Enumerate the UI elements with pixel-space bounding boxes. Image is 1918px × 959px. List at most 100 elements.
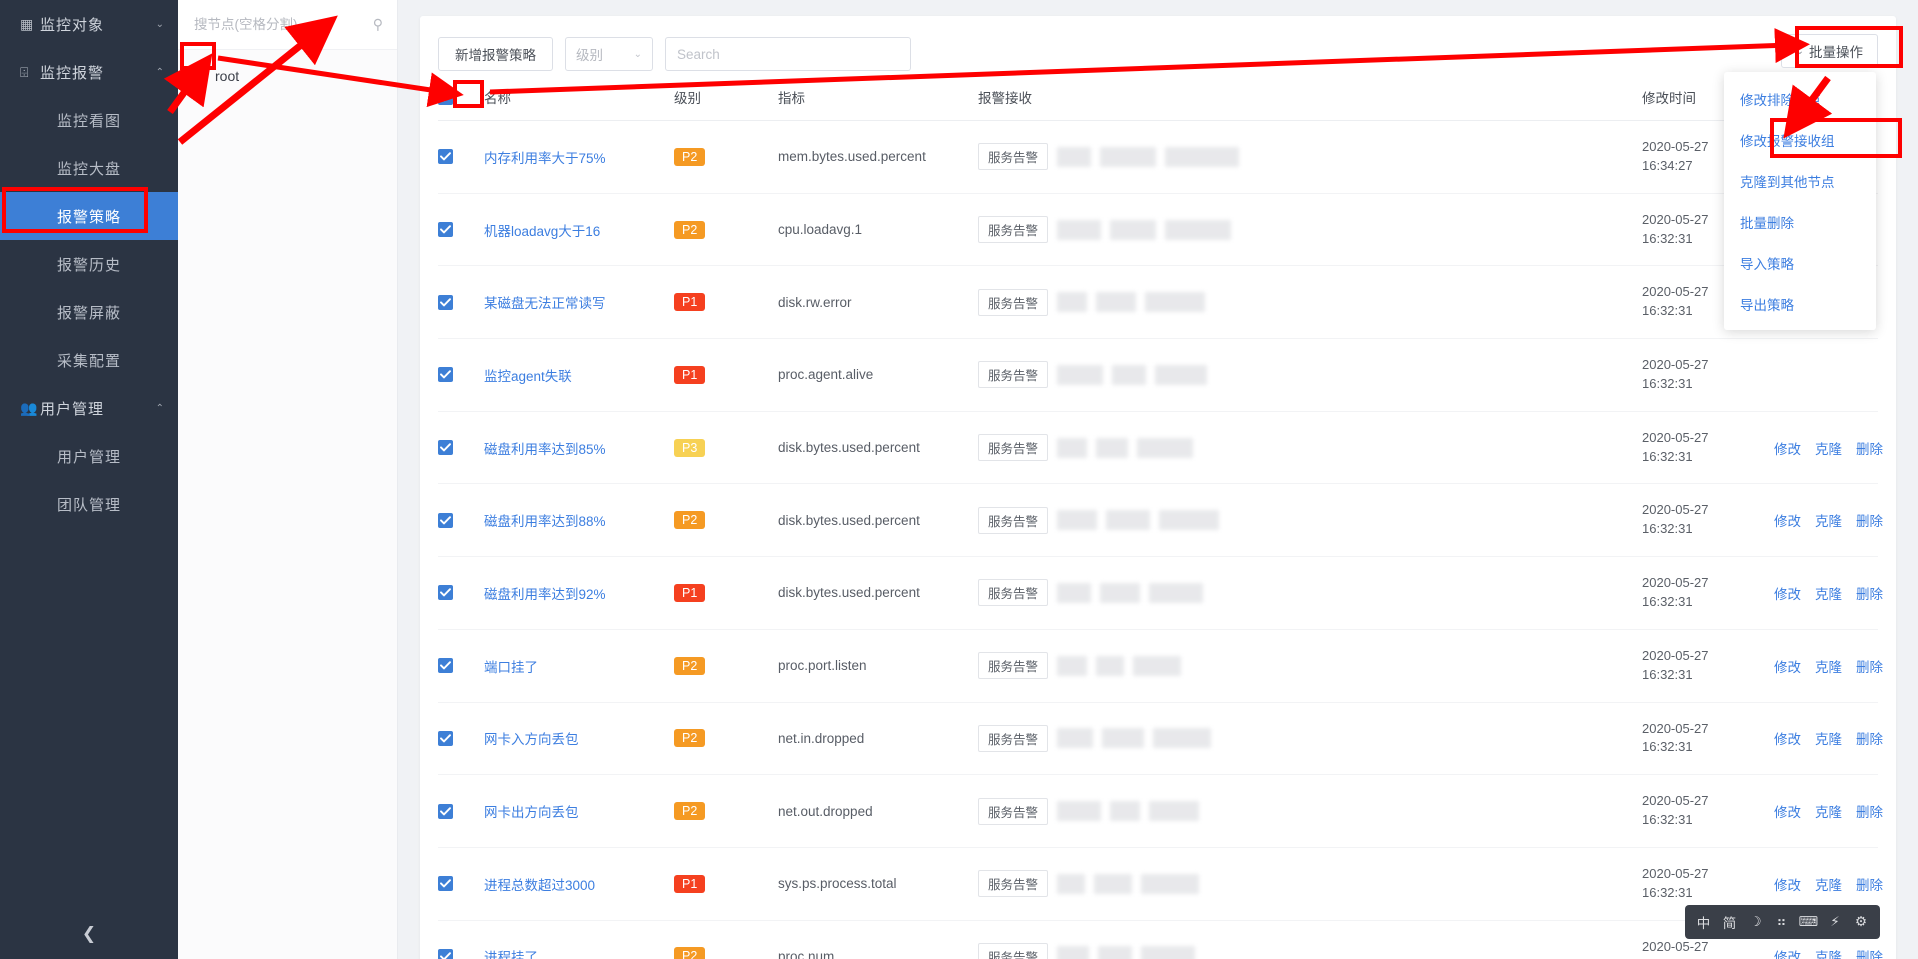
edit-link[interactable]: 修改 [1774, 878, 1801, 893]
sidebar-item-1-0[interactable]: 监控看图 [0, 96, 178, 144]
sidebar-item-1-4[interactable]: 报警屏蔽 [0, 288, 178, 336]
policy-name-link[interactable]: 进程挂了 [484, 950, 538, 959]
row-checkbox[interactable] [438, 658, 453, 674]
clone-link[interactable]: 克隆 [1815, 587, 1842, 602]
delete-link[interactable]: 删除 [1856, 732, 1883, 747]
clone-link[interactable]: 克隆 [1815, 514, 1842, 529]
chevron-toggle-icon[interactable]: ⌃ [156, 403, 164, 414]
receiver-tag: 服务告警 [978, 216, 1049, 244]
dropdown-item-4[interactable]: 导入策略 [1724, 242, 1876, 283]
tree-search-input[interactable] [194, 17, 373, 32]
chinese-mode-icon[interactable]: 中 [1691, 905, 1717, 939]
clone-link[interactable]: 克隆 [1815, 878, 1842, 893]
sidebar-item-2-1[interactable]: 团队管理 [0, 480, 178, 528]
toolbox-icon[interactable]: ⚡ [1822, 905, 1848, 939]
edit-link[interactable]: 修改 [1774, 660, 1801, 675]
row-modified-cell: 2020-05-27 16:32:31 [1642, 483, 1760, 558]
app-root: ▦ 监控对象 ⌄ ⌹ 监控报警 ⌃ 监控看图 监控大盘 报警策略 报警历史 报警屏蔽 采集配置 👥 用户管… [0, 0, 1918, 959]
keyboard-icon[interactable]: ⌨ [1795, 905, 1823, 939]
edit-link[interactable]: 修改 [1774, 950, 1801, 959]
policy-name-link[interactable]: 磁盘利用率达到92% [484, 587, 606, 602]
header-metric[interactable]: 指标 [778, 78, 978, 121]
level-filter-select[interactable]: 级别 ⌄ [565, 37, 653, 71]
delete-link[interactable]: 删除 [1856, 950, 1883, 959]
edit-link[interactable]: 修改 [1774, 732, 1801, 747]
policy-search-input[interactable] [677, 46, 899, 62]
search-icon[interactable]: ⚲ [373, 16, 383, 33]
chevron-toggle-icon[interactable]: ⌄ [156, 19, 164, 30]
row-metric-cell: disk.bytes.used.percent [778, 411, 978, 485]
row-checkbox[interactable] [438, 512, 453, 528]
clone-link[interactable]: 克隆 [1815, 950, 1842, 959]
tree-node-label[interactable]: root [211, 68, 243, 84]
moon-icon[interactable]: ☽ [1743, 905, 1769, 939]
policy-name-link[interactable]: 网卡出方向丢包 [484, 805, 579, 820]
sidebar-item-2-0[interactable]: 用户管理 [0, 432, 178, 480]
dropdown-item-1[interactable]: 修改报警接收组 [1724, 119, 1876, 160]
policy-name-link[interactable]: 监控agent失联 [484, 369, 572, 384]
row-checkbox[interactable] [438, 585, 453, 601]
tree-node-root[interactable]: + root [190, 64, 397, 88]
delete-link[interactable]: 删除 [1856, 805, 1883, 820]
dropdown-item-3[interactable]: 批量删除 [1724, 201, 1876, 242]
policy-name-link[interactable]: 某磁盘无法正常读写 [484, 296, 606, 311]
sidebar-item-1-3[interactable]: 报警历史 [0, 240, 178, 288]
select-all-checkbox[interactable] [438, 89, 453, 105]
policy-name-link[interactable]: 网卡入方向丢包 [484, 732, 579, 747]
delete-link[interactable]: 删除 [1856, 514, 1883, 529]
policy-name-link[interactable]: 内存利用率大于75% [484, 151, 606, 166]
sidebar-item-1-1[interactable]: 监控大盘 [0, 144, 178, 192]
dropdown-item-5[interactable]: 导出策略 [1724, 283, 1876, 324]
add-policy-button[interactable]: 新增报警策略 [438, 37, 553, 71]
batch-operation-button[interactable]: ⌄ 批量操作 [1780, 34, 1878, 68]
edit-link[interactable]: 修改 [1774, 442, 1801, 457]
clone-link[interactable]: 克隆 [1815, 732, 1842, 747]
row-checkbox[interactable] [438, 730, 453, 746]
delete-link[interactable]: 删除 [1856, 878, 1883, 893]
sidebar-group-monitor-alarm[interactable]: ⌹ 监控报警 ⌃ [0, 48, 178, 96]
edit-link[interactable]: 修改 [1774, 805, 1801, 820]
row-level-cell: P2 [674, 120, 778, 194]
row-checkbox[interactable] [438, 367, 453, 383]
row-checkbox-cell [438, 774, 484, 848]
simplified-mode-icon[interactable]: 简 [1717, 905, 1743, 939]
header-level[interactable]: 级别 [674, 78, 778, 121]
tree-expand-icon[interactable]: + [190, 69, 203, 83]
sidebar-group-user-manage[interactable]: 👥 用户管理 ⌃ [0, 384, 178, 432]
table-header-row: 名称 级别 指标 报警接收 修改时间 [438, 78, 1878, 121]
delete-link[interactable]: 删除 [1856, 587, 1883, 602]
edit-link[interactable]: 修改 [1774, 587, 1801, 602]
emoji-icon[interactable]: ⠶ [1769, 905, 1795, 939]
dropdown-item-0[interactable]: 修改排除节点 [1724, 78, 1876, 119]
delete-link[interactable]: 删除 [1856, 442, 1883, 457]
sidebar-collapse-button[interactable]: ❮ [0, 909, 178, 959]
row-name-cell: 网卡入方向丢包 [484, 702, 674, 776]
row-checkbox[interactable] [438, 876, 453, 892]
modified-time: 16:32:31 [1642, 521, 1693, 537]
policy-name-link[interactable]: 磁盘利用率达到88% [484, 514, 606, 529]
row-checkbox[interactable] [438, 440, 453, 456]
dropdown-item-2[interactable]: 克隆到其他节点 [1724, 160, 1876, 201]
delete-link[interactable]: 删除 [1856, 660, 1883, 675]
sidebar-group-monitor-object[interactable]: ▦ 监控对象 ⌄ [0, 0, 178, 48]
policy-name-link[interactable]: 端口挂了 [484, 660, 538, 675]
clone-link[interactable]: 克隆 [1815, 660, 1842, 675]
row-checkbox[interactable] [438, 803, 453, 819]
clone-link[interactable]: 克隆 [1815, 442, 1842, 457]
row-checkbox[interactable] [438, 149, 453, 165]
sidebar-item-1-2[interactable]: 报警策略 [0, 192, 178, 240]
edit-link[interactable]: 修改 [1774, 514, 1801, 529]
chevron-toggle-icon[interactable]: ⌃ [156, 67, 164, 78]
row-checkbox[interactable] [438, 294, 453, 310]
header-receiver[interactable]: 报警接收 [978, 78, 1642, 121]
row-name-cell: 磁盘利用率达到85% [484, 411, 674, 485]
policy-name-link[interactable]: 磁盘利用率达到85% [484, 442, 606, 457]
gear-icon[interactable]: ⚙ [1848, 905, 1874, 939]
clone-link[interactable]: 克隆 [1815, 805, 1842, 820]
policy-name-link[interactable]: 机器loadavg大于16 [484, 224, 600, 239]
header-name[interactable]: 名称 [484, 78, 674, 121]
sidebar-item-1-5[interactable]: 采集配置 [0, 336, 178, 384]
policy-name-link[interactable]: 进程总数超过3000 [484, 878, 595, 893]
row-checkbox[interactable] [438, 948, 453, 959]
row-checkbox[interactable] [438, 222, 453, 238]
